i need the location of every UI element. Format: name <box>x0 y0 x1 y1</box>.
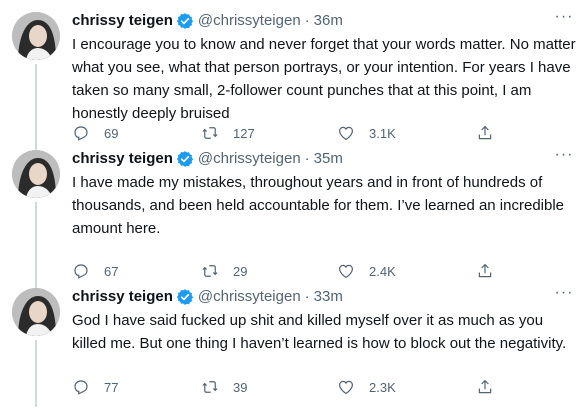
avatar[interactable] <box>12 150 60 198</box>
tweet-text: I encourage you to know and never forget… <box>72 36 576 122</box>
tweet-text: God I have said fucked up shit and kille… <box>72 312 567 352</box>
author-name[interactable]: chrissy teigen <box>72 149 173 169</box>
share-button[interactable] <box>476 376 494 398</box>
verified-badge-icon <box>176 13 193 29</box>
reply-icon <box>74 380 88 395</box>
verified-badge-icon <box>176 151 193 167</box>
tweet[interactable]: chrissy teigen @chrissyteigen · 36m ··· … <box>0 0 586 141</box>
tweet-header: chrissy teigen @chrissyteigen · 35m <box>72 149 343 169</box>
timestamp[interactable]: 33m <box>314 287 343 307</box>
separator: · <box>304 288 310 305</box>
reply-count: 77 <box>104 379 119 395</box>
avatar[interactable] <box>12 288 60 336</box>
separator: · <box>304 12 310 29</box>
more-icon[interactable]: ··· <box>554 285 574 306</box>
author-handle[interactable]: @chrissyteigen <box>198 149 301 169</box>
like-icon <box>339 380 353 395</box>
verified-badge-icon <box>176 289 193 305</box>
more-icon[interactable]: ··· <box>554 9 574 30</box>
author-handle[interactable]: @chrissyteigen <box>198 287 301 307</box>
avatar[interactable] <box>12 12 60 60</box>
tweet-header: chrissy teigen @chrissyteigen · 33m <box>72 287 343 307</box>
separator: · <box>304 150 310 167</box>
author-handle[interactable]: @chrissyteigen <box>198 11 301 31</box>
tweet[interactable]: chrissy teigen @chrissyteigen · 33m ··· … <box>0 276 586 411</box>
retweet-button[interactable]: 39 <box>201 376 247 398</box>
like-button[interactable]: 2.3K <box>337 376 396 398</box>
author-name[interactable]: chrissy teigen <box>72 11 173 31</box>
share-icon <box>478 379 492 394</box>
retweet-icon <box>202 381 218 393</box>
tweet[interactable]: chrissy teigen @chrissyteigen · 35m ··· … <box>0 138 586 279</box>
author-name[interactable]: chrissy teigen <box>72 287 173 307</box>
tweet-header: chrissy teigen @chrissyteigen · 36m <box>72 11 343 31</box>
like-count: 2.3K <box>369 379 396 395</box>
more-icon[interactable]: ··· <box>554 147 574 168</box>
reply-button[interactable]: 77 <box>72 376 118 398</box>
timestamp[interactable]: 36m <box>314 11 343 31</box>
tweet-text: I have made my mistakes, throughout year… <box>72 174 565 237</box>
tweet-actions: 77 39 2.3K <box>72 376 502 398</box>
timestamp[interactable]: 35m <box>314 149 343 169</box>
retweet-count: 39 <box>233 379 248 395</box>
